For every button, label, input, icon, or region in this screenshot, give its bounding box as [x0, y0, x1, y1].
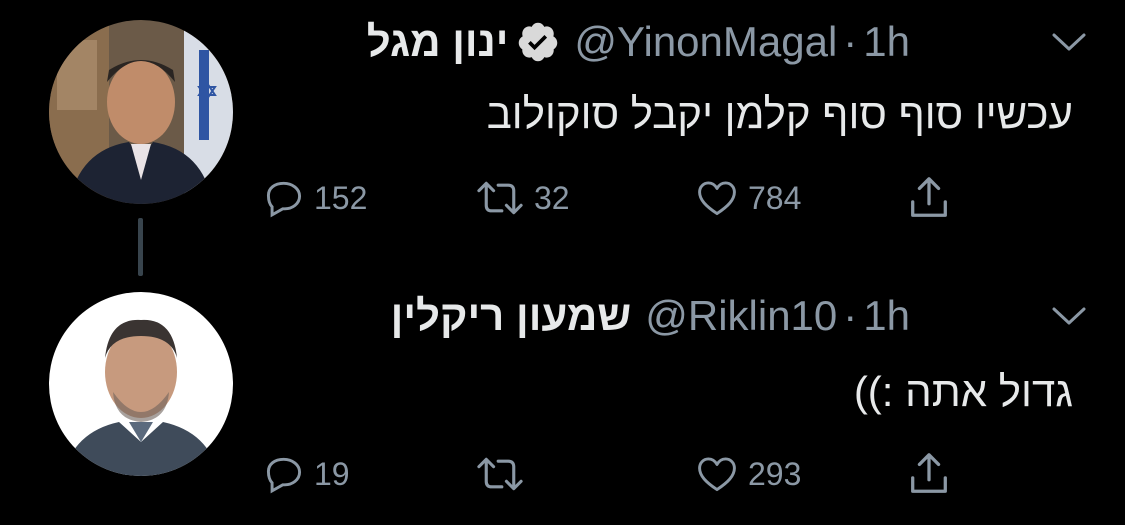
timestamp[interactable]: 1h [863, 18, 910, 66]
reply-button[interactable]: 152 [262, 170, 367, 226]
tweet[interactable]: ינון מגל @YinonMagal · 1h עכשיו סוף סוף … [0, 0, 1125, 276]
like-count: 293 [748, 455, 802, 492]
share-button[interactable] [906, 446, 952, 502]
username-handle[interactable]: @Riklin10 [645, 292, 837, 340]
tweet-actions: 19 293 [262, 446, 962, 506]
tweet-text: גדול אתה :)) [853, 368, 1073, 415]
retweet-button[interactable] [474, 446, 534, 502]
reply-icon [266, 457, 302, 494]
tweet[interactable]: שמעון ריקלין @Riklin10 · 1h גדול אתה :))… [0, 260, 1125, 525]
display-name[interactable]: ינון מגל [367, 18, 509, 66]
retweet-button[interactable]: 32 [474, 170, 570, 226]
tweet-text: עכשיו סוף סוף קלמן יקבל סוקולוב [486, 90, 1073, 137]
reply-count: 19 [314, 455, 350, 492]
avatar[interactable] [49, 20, 233, 204]
retweet-icon [477, 181, 523, 215]
share-button[interactable] [906, 170, 952, 226]
separator-dot: · [843, 18, 858, 65]
separator-dot: · [843, 292, 858, 339]
like-button[interactable]: 784 [694, 170, 801, 226]
chevron-down-icon[interactable] [1051, 32, 1087, 52]
like-button[interactable]: 293 [694, 446, 801, 502]
timestamp[interactable]: 1h [863, 292, 910, 340]
display-name[interactable]: שמעון ריקלין [391, 292, 632, 340]
tweet-actions: 152 32 784 [262, 170, 962, 230]
like-count: 784 [748, 179, 802, 216]
like-icon [698, 181, 736, 216]
like-icon [698, 457, 736, 492]
reply-button[interactable]: 19 [262, 446, 350, 502]
tweet-header: ינון מגל @YinonMagal · 1h [367, 18, 910, 66]
share-icon [911, 177, 947, 217]
username-handle[interactable]: @YinonMagal [574, 18, 837, 66]
avatar[interactable] [49, 292, 233, 476]
reply-count: 152 [314, 179, 368, 216]
reply-icon [266, 181, 302, 218]
tweet-header: שמעון ריקלין @Riklin10 · 1h [391, 292, 910, 340]
chevron-down-icon[interactable] [1051, 306, 1087, 326]
share-icon [911, 453, 947, 493]
verified-badge-icon [516, 20, 560, 64]
retweet-icon [477, 457, 523, 491]
retweet-count: 32 [534, 179, 570, 216]
